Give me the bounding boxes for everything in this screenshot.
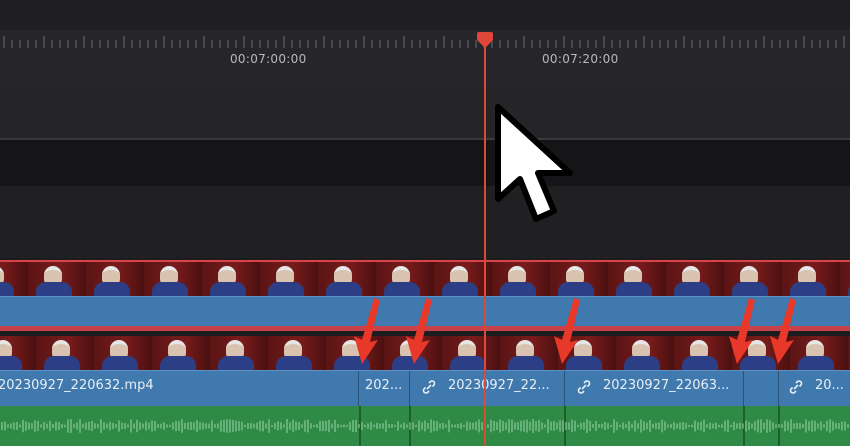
thumbnail-frame [442,336,500,370]
mouse-pointer-icon [495,104,573,222]
timeline-top-bar [0,0,850,30]
clip-2[interactable]: 202... [359,371,410,407]
clip-6[interactable]: 20... [779,371,850,407]
clip-2-label: 202... [365,378,403,393]
link-icon [577,380,591,394]
thumbnail-frame [210,336,268,370]
clip-6-label: 20... [815,378,844,393]
video-track-main[interactable]: 20230927_220632.mp4 202... 20230927_22..… [0,370,850,407]
empty-track-area-lower [0,186,850,258]
thumbnail-frame [268,336,326,370]
playhead-line[interactable] [484,44,486,446]
timecode-label-2: 00:07:20:00 [542,52,619,66]
thumbnail-frame [0,336,36,370]
thumbnail-frame [674,336,732,370]
timecode-label-1: 00:07:00:00 [230,52,307,66]
clip-3[interactable]: 20230927_22... [410,371,565,407]
thumbnail-frame [500,336,558,370]
cut-point-arrow-icon [354,298,380,364]
cut-point-arrow-icon [406,298,432,364]
clip-3-label: 20230927_22... [448,378,550,393]
ruler-ticks [3,36,845,48]
cut-point-arrow-icon [770,298,796,364]
track-separator-band [0,138,850,189]
empty-track-area [0,88,850,138]
audio-waveform [1,419,849,433]
cut-point-arrow-icon [554,298,580,364]
clip-4-label: 20230927_22063... [603,378,730,393]
thumbnail-frame [616,336,674,370]
clip-5[interactable] [744,371,779,407]
audio-track[interactable] [0,406,850,446]
playhead-marker-icon[interactable] [475,32,495,48]
link-icon [422,380,436,394]
clip-4[interactable]: 20230927_22063... [565,371,744,407]
thumbnail-frame [94,336,152,370]
clip-1[interactable]: 20230927_220632.mp4 [0,371,359,407]
cut-point-arrow-icon [729,298,755,364]
thumbnail-frame [36,336,94,370]
thumbnail-frame [152,336,210,370]
timecode-ruler[interactable] [0,30,850,88]
link-icon [789,380,803,394]
clip-1-label: 20230927_220632.mp4 [0,378,154,393]
